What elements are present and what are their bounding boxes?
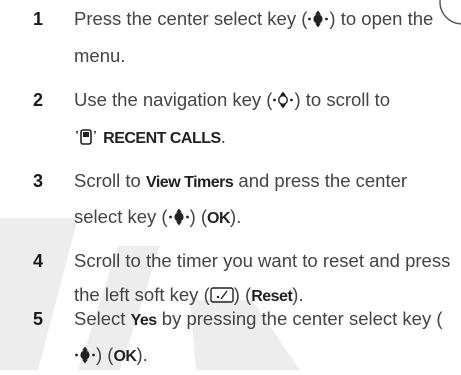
step-number: 4 bbox=[33, 251, 44, 271]
option-label: Yes bbox=[130, 312, 158, 329]
step-number: 5 bbox=[33, 309, 44, 329]
key-label: OK bbox=[113, 348, 137, 365]
center-select-key-icon bbox=[168, 203, 190, 237]
menu-label: RECENT CALLS bbox=[103, 130, 221, 147]
step-text: Press the center select key () to open t… bbox=[74, 2, 454, 73]
center-select-key-icon bbox=[307, 5, 329, 39]
step-number: 1 bbox=[33, 9, 44, 29]
step-text: Scroll to View Timers and press the cent… bbox=[74, 164, 454, 237]
step-number: 2 bbox=[33, 90, 44, 110]
menu-option: View Timers bbox=[145, 174, 234, 191]
step-number: 3 bbox=[33, 171, 44, 191]
key-label: OK bbox=[207, 210, 231, 227]
step-text: Use the navigation key () to scroll to R… bbox=[74, 83, 454, 157]
step-text: Select Yes by pressing the center select… bbox=[74, 302, 454, 375]
navigation-key-icon bbox=[272, 86, 294, 120]
recent-calls-icon bbox=[74, 123, 98, 157]
